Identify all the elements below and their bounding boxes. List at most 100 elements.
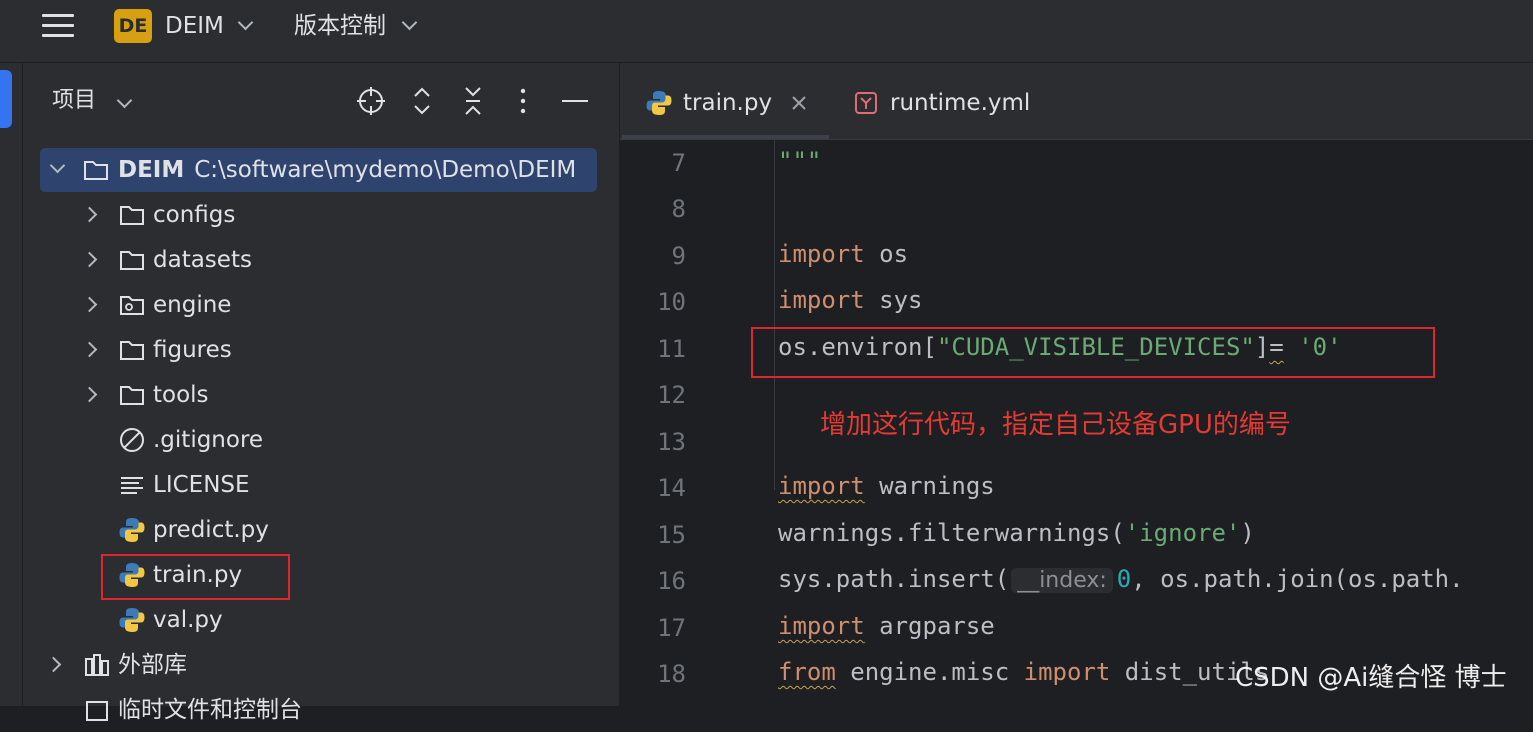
collapsed-arrow-icon[interactable] [81, 386, 98, 403]
active-tab-indicator [622, 135, 829, 139]
tree-item-label: configs [153, 202, 236, 228]
collapse-all-icon[interactable] [457, 83, 489, 119]
code-line-17[interactable]: import argparse [778, 612, 995, 640]
line-number: 7 [671, 149, 686, 177]
tree-item-label: 外部库 [118, 652, 187, 678]
collapsed-arrow-icon[interactable] [81, 206, 98, 223]
python-file-icon [119, 608, 145, 632]
folder-icon [120, 386, 144, 405]
tree-item-configs[interactable]: configs [23, 193, 619, 237]
line-number: 14 [657, 474, 686, 502]
string-literal: 'ignore' [1124, 519, 1241, 547]
line-number: 8 [671, 195, 686, 223]
project-panel: 项目 DEIM C:\software\mydemo\Demo\DEIM con… [23, 63, 620, 723]
code-line-18[interactable]: from engine.misc import dist_utils [778, 658, 1269, 686]
collapsed-arrow-icon[interactable] [81, 251, 98, 268]
tree-item-figures[interactable]: figures [23, 328, 619, 372]
tab-label: train.py [683, 90, 773, 116]
code-line-10[interactable]: import sys [778, 286, 923, 314]
code-line-7[interactable]: """ [778, 147, 821, 175]
line-number: 11 [657, 335, 686, 363]
code-line-9[interactable]: import os [778, 240, 908, 268]
editor-tab-bar: train.py runtime.yml [620, 63, 1533, 140]
tree-item-tools[interactable]: tools [23, 373, 619, 417]
vcs-menu[interactable]: 版本控制 [294, 10, 386, 42]
ignore-file-icon [120, 428, 144, 452]
indent-guide [774, 140, 775, 490]
project-dropdown-chevron-icon[interactable] [237, 14, 254, 31]
scratches-icon [86, 701, 108, 721]
train-py-highlight-box [101, 554, 290, 600]
watermark: CSDN @Ai缝合怪 博士 [1235, 663, 1507, 693]
keyword: import [1023, 658, 1111, 686]
tree-item-label: datasets [153, 247, 252, 273]
project-tool-window-button[interactable] [0, 70, 12, 128]
expand-arrow-icon[interactable] [49, 157, 66, 174]
tree-item-engine[interactable]: engine [23, 283, 619, 327]
code-line-15[interactable]: warnings.filterwarnings('ignore') [778, 519, 1255, 547]
expand-all-icon[interactable] [406, 83, 438, 119]
line-number: 17 [657, 614, 686, 642]
more-options-icon[interactable] [507, 83, 539, 119]
package-folder-icon [120, 296, 144, 315]
editor-area: train.py runtime.yml 7 8 9 10 11 12 13 1… [620, 63, 1533, 706]
locate-icon[interactable] [355, 83, 387, 119]
keyword: import [778, 612, 865, 640]
code-text: ) [1240, 519, 1255, 547]
python-file-icon [119, 518, 145, 542]
code-text: sys.path.insert( [778, 565, 1010, 593]
code-text: , os.path.join(os.path. [1131, 565, 1464, 593]
code-line-14[interactable]: import warnings [778, 472, 995, 500]
tree-item-external-libraries[interactable]: 外部库 [23, 643, 619, 687]
tree-item-license[interactable]: LICENSE [23, 463, 619, 507]
line-number: 13 [657, 428, 686, 456]
tool-window-stripe [0, 63, 23, 706]
yaml-icon [855, 92, 877, 114]
library-icon [85, 654, 109, 676]
panel-title[interactable]: 项目 [52, 85, 96, 117]
line-number: 15 [657, 521, 686, 549]
collapsed-arrow-icon[interactable] [81, 296, 98, 313]
project-badge[interactable]: DE [114, 9, 152, 43]
tree-item-label: engine [153, 292, 232, 318]
main-menu-icon[interactable] [42, 12, 74, 40]
code-text: warnings.filterwarnings( [778, 519, 1125, 547]
text-file-icon [121, 477, 143, 494]
close-tab-icon[interactable] [792, 96, 806, 110]
tree-item-scratches[interactable]: 临时文件和控制台 [23, 688, 619, 732]
panel-title-chevron-icon[interactable] [116, 92, 133, 109]
tab-runtime-yml[interactable]: runtime.yml [854, 83, 1054, 123]
hide-panel-icon[interactable] [559, 83, 591, 119]
annotation-note: 增加这行代码，指定自己设备GPU的编号 [820, 410, 1291, 440]
tree-item-val-py[interactable]: val.py [23, 598, 619, 642]
tree-item-root[interactable]: DEIM C:\software\mydemo\Demo\DEIM [23, 148, 619, 192]
tree-item-gitignore[interactable]: .gitignore [23, 418, 619, 462]
tab-train-py[interactable]: train.py [645, 83, 825, 123]
title-bar: DE DEIM 版本控制 [0, 0, 1533, 63]
docstring-end: """ [778, 147, 822, 175]
code-text: sys [864, 286, 923, 314]
tree-item-path: C:\software\mydemo\Demo\DEIM [194, 157, 577, 183]
line-number: 18 [657, 660, 686, 688]
tree-item-label: val.py [153, 607, 223, 633]
project-name[interactable]: DEIM [165, 10, 224, 42]
vcs-dropdown-chevron-icon[interactable] [401, 14, 418, 31]
folder-icon [120, 206, 144, 225]
code-text: warnings [864, 472, 995, 500]
tree-item-label: 临时文件和控制台 [118, 697, 302, 723]
parameter-hint: __index: [1011, 568, 1113, 593]
tree-item-predict-py[interactable]: predict.py [23, 508, 619, 552]
collapsed-arrow-icon[interactable] [81, 341, 98, 358]
tab-label: runtime.yml [890, 90, 1031, 116]
folder-icon [120, 251, 144, 270]
tree-item-datasets[interactable]: datasets [23, 238, 619, 282]
line-number: 16 [657, 567, 686, 595]
code-text: engine.misc [835, 658, 1024, 686]
code-line-16[interactable]: sys.path.insert(__index: 0, os.path.join(… [778, 565, 1464, 593]
keyword: import [778, 286, 865, 314]
tree-item-label: .gitignore [153, 427, 264, 453]
folder-icon [84, 161, 108, 180]
keyword: from [778, 658, 836, 686]
collapsed-arrow-icon[interactable] [45, 656, 62, 673]
tree-item-label: DEIM [118, 157, 185, 183]
